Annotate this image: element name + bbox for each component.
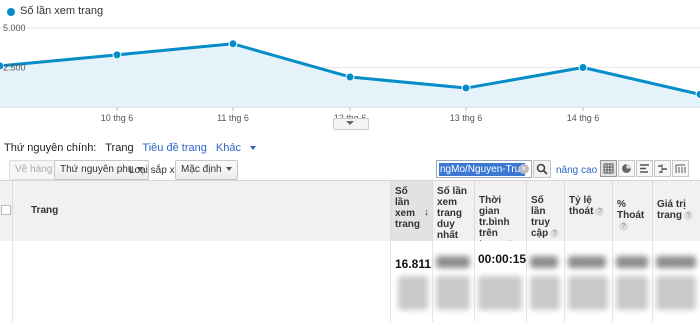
column-header-entrances[interactable]: Số lần truy cập? — [526, 181, 564, 241]
redacted-value — [436, 276, 470, 310]
primary-dimension-label: Thứ nguyên chính: — [4, 142, 97, 154]
dimension-link-other[interactable]: Khác — [216, 142, 262, 154]
search-button[interactable] — [533, 160, 551, 178]
column-divider — [432, 241, 433, 322]
column-header-page-value-label: Giá trị trang — [657, 199, 686, 221]
legend-label: Số lần xem trang — [20, 5, 104, 17]
help-icon[interactable]: ? — [595, 206, 605, 216]
column-header-exit-pct-label: % Thoát — [617, 199, 645, 221]
column-divider — [652, 241, 653, 322]
table-filter-input[interactable]: ngMo/Nguyen-Truc-Lu × — [436, 160, 532, 178]
redacted-value — [656, 256, 696, 268]
column-header-unique-pageviews[interactable]: Số lần xem trang duy nhất — [432, 181, 474, 241]
column-divider — [12, 241, 13, 322]
column-header-exit-pct[interactable]: % Thoát? — [612, 181, 652, 241]
sort-type-dropdown[interactable]: Mặc định — [175, 160, 238, 180]
column-header-exit-rate-label: Tỷ lệ thoát — [569, 195, 594, 217]
help-icon[interactable]: ? — [684, 210, 693, 220]
y-tick-label: 2.500 — [3, 63, 26, 73]
secondary-dimension-label: Thứ nguyên phụ — [60, 164, 134, 175]
data-point — [112, 50, 122, 60]
comparison-view-icon[interactable] — [654, 160, 671, 177]
data-point — [461, 83, 471, 93]
column-header-exit-rate[interactable]: Tỷ lệ thoát? — [564, 181, 612, 241]
redacted-value — [656, 276, 696, 310]
legend-swatch — [7, 8, 15, 16]
table-header: Trang Số lần xem trang ↓ Số lần xem tran… — [0, 180, 700, 250]
redacted-value — [616, 276, 648, 310]
performance-view-icon[interactable] — [636, 160, 653, 177]
x-tick-label: 10 thg 6 — [101, 113, 134, 123]
chevron-down-icon — [225, 167, 232, 172]
pie-view-icon[interactable] — [618, 160, 635, 177]
x-tick-label: 13 thg 6 — [450, 113, 483, 123]
advanced-filter-link[interactable]: nâng cao — [556, 165, 597, 176]
redacted-value — [616, 256, 648, 268]
sort-desc-icon: ↓ — [424, 207, 429, 218]
column-header-page-label: Trang — [31, 205, 59, 216]
primary-dimension-current: Trang — [105, 142, 134, 154]
column-header-unique-pageviews-label: Số lần xem trang duy nhất — [437, 186, 468, 241]
redacted-value — [398, 276, 428, 310]
column-divider — [564, 241, 565, 322]
help-icon[interactable]: ? — [550, 228, 560, 238]
column-divider — [390, 241, 391, 322]
column-divider — [612, 241, 613, 322]
data-point — [578, 63, 588, 72]
column-header-avg-time[interactable]: Thời gian tr.bình trên trang? — [474, 181, 526, 250]
x-tick-label: 11 thg 6 — [217, 113, 249, 123]
redacted-value — [568, 256, 606, 268]
help-icon[interactable]: ? — [619, 221, 628, 231]
chevron-down-icon — [346, 121, 354, 125]
clear-icon[interactable]: × — [519, 164, 529, 174]
column-divider — [526, 241, 527, 322]
redacted-value — [436, 256, 470, 268]
sort-type-value: Mặc định — [181, 164, 222, 175]
search-icon — [536, 163, 548, 175]
select-all-checkbox[interactable] — [1, 205, 11, 215]
plot-rows-button[interactable]: Vẽ hàng — [9, 160, 59, 180]
dimension-link-page-title[interactable]: Tiêu đề trang — [142, 142, 206, 154]
pageviews-total: 16.811 — [395, 257, 432, 271]
select-all-cell — [0, 181, 12, 241]
redacted-value — [568, 276, 608, 310]
column-header-pageviews-label: Số lần xem trang — [395, 186, 420, 230]
data-point — [695, 89, 700, 99]
pivot-view-icon[interactable] — [672, 160, 689, 177]
table-filter-value: ngMo/Nguyen-Truc-Lu — [439, 163, 525, 176]
pageviews-chart: 5.0002.50010 thg 611 thg 612 thg 613 thg… — [0, 23, 700, 123]
primary-dimension-bar: Thứ nguyên chính: Trang Tiêu đề trang Kh… — [4, 142, 268, 154]
avg-time-total: 00:00:15 — [478, 252, 527, 266]
data-point — [345, 72, 355, 82]
table-view-icon[interactable] — [600, 160, 617, 177]
column-header-entrances-label: Số lần truy cập — [531, 195, 550, 239]
redacted-value — [478, 276, 522, 310]
column-divider — [474, 241, 475, 322]
column-header-page-value[interactable]: Giá trị trang? — [652, 181, 700, 241]
y-tick-label: 5.000 — [3, 23, 26, 33]
x-tick-label: 14 thg 6 — [567, 113, 600, 123]
redacted-value — [530, 276, 560, 310]
column-header-pageviews[interactable]: Số lần xem trang ↓ — [390, 181, 432, 241]
table-toolbar: Vẽ hàng Thứ nguyên phụ Loại sắp xếp: Mặc… — [0, 155, 700, 183]
chevron-down-icon — [249, 146, 256, 151]
data-point — [228, 39, 238, 49]
column-header-page[interactable]: Trang — [12, 181, 390, 241]
redacted-value — [530, 256, 558, 268]
dimension-link-other-label: Khác — [215, 142, 241, 154]
